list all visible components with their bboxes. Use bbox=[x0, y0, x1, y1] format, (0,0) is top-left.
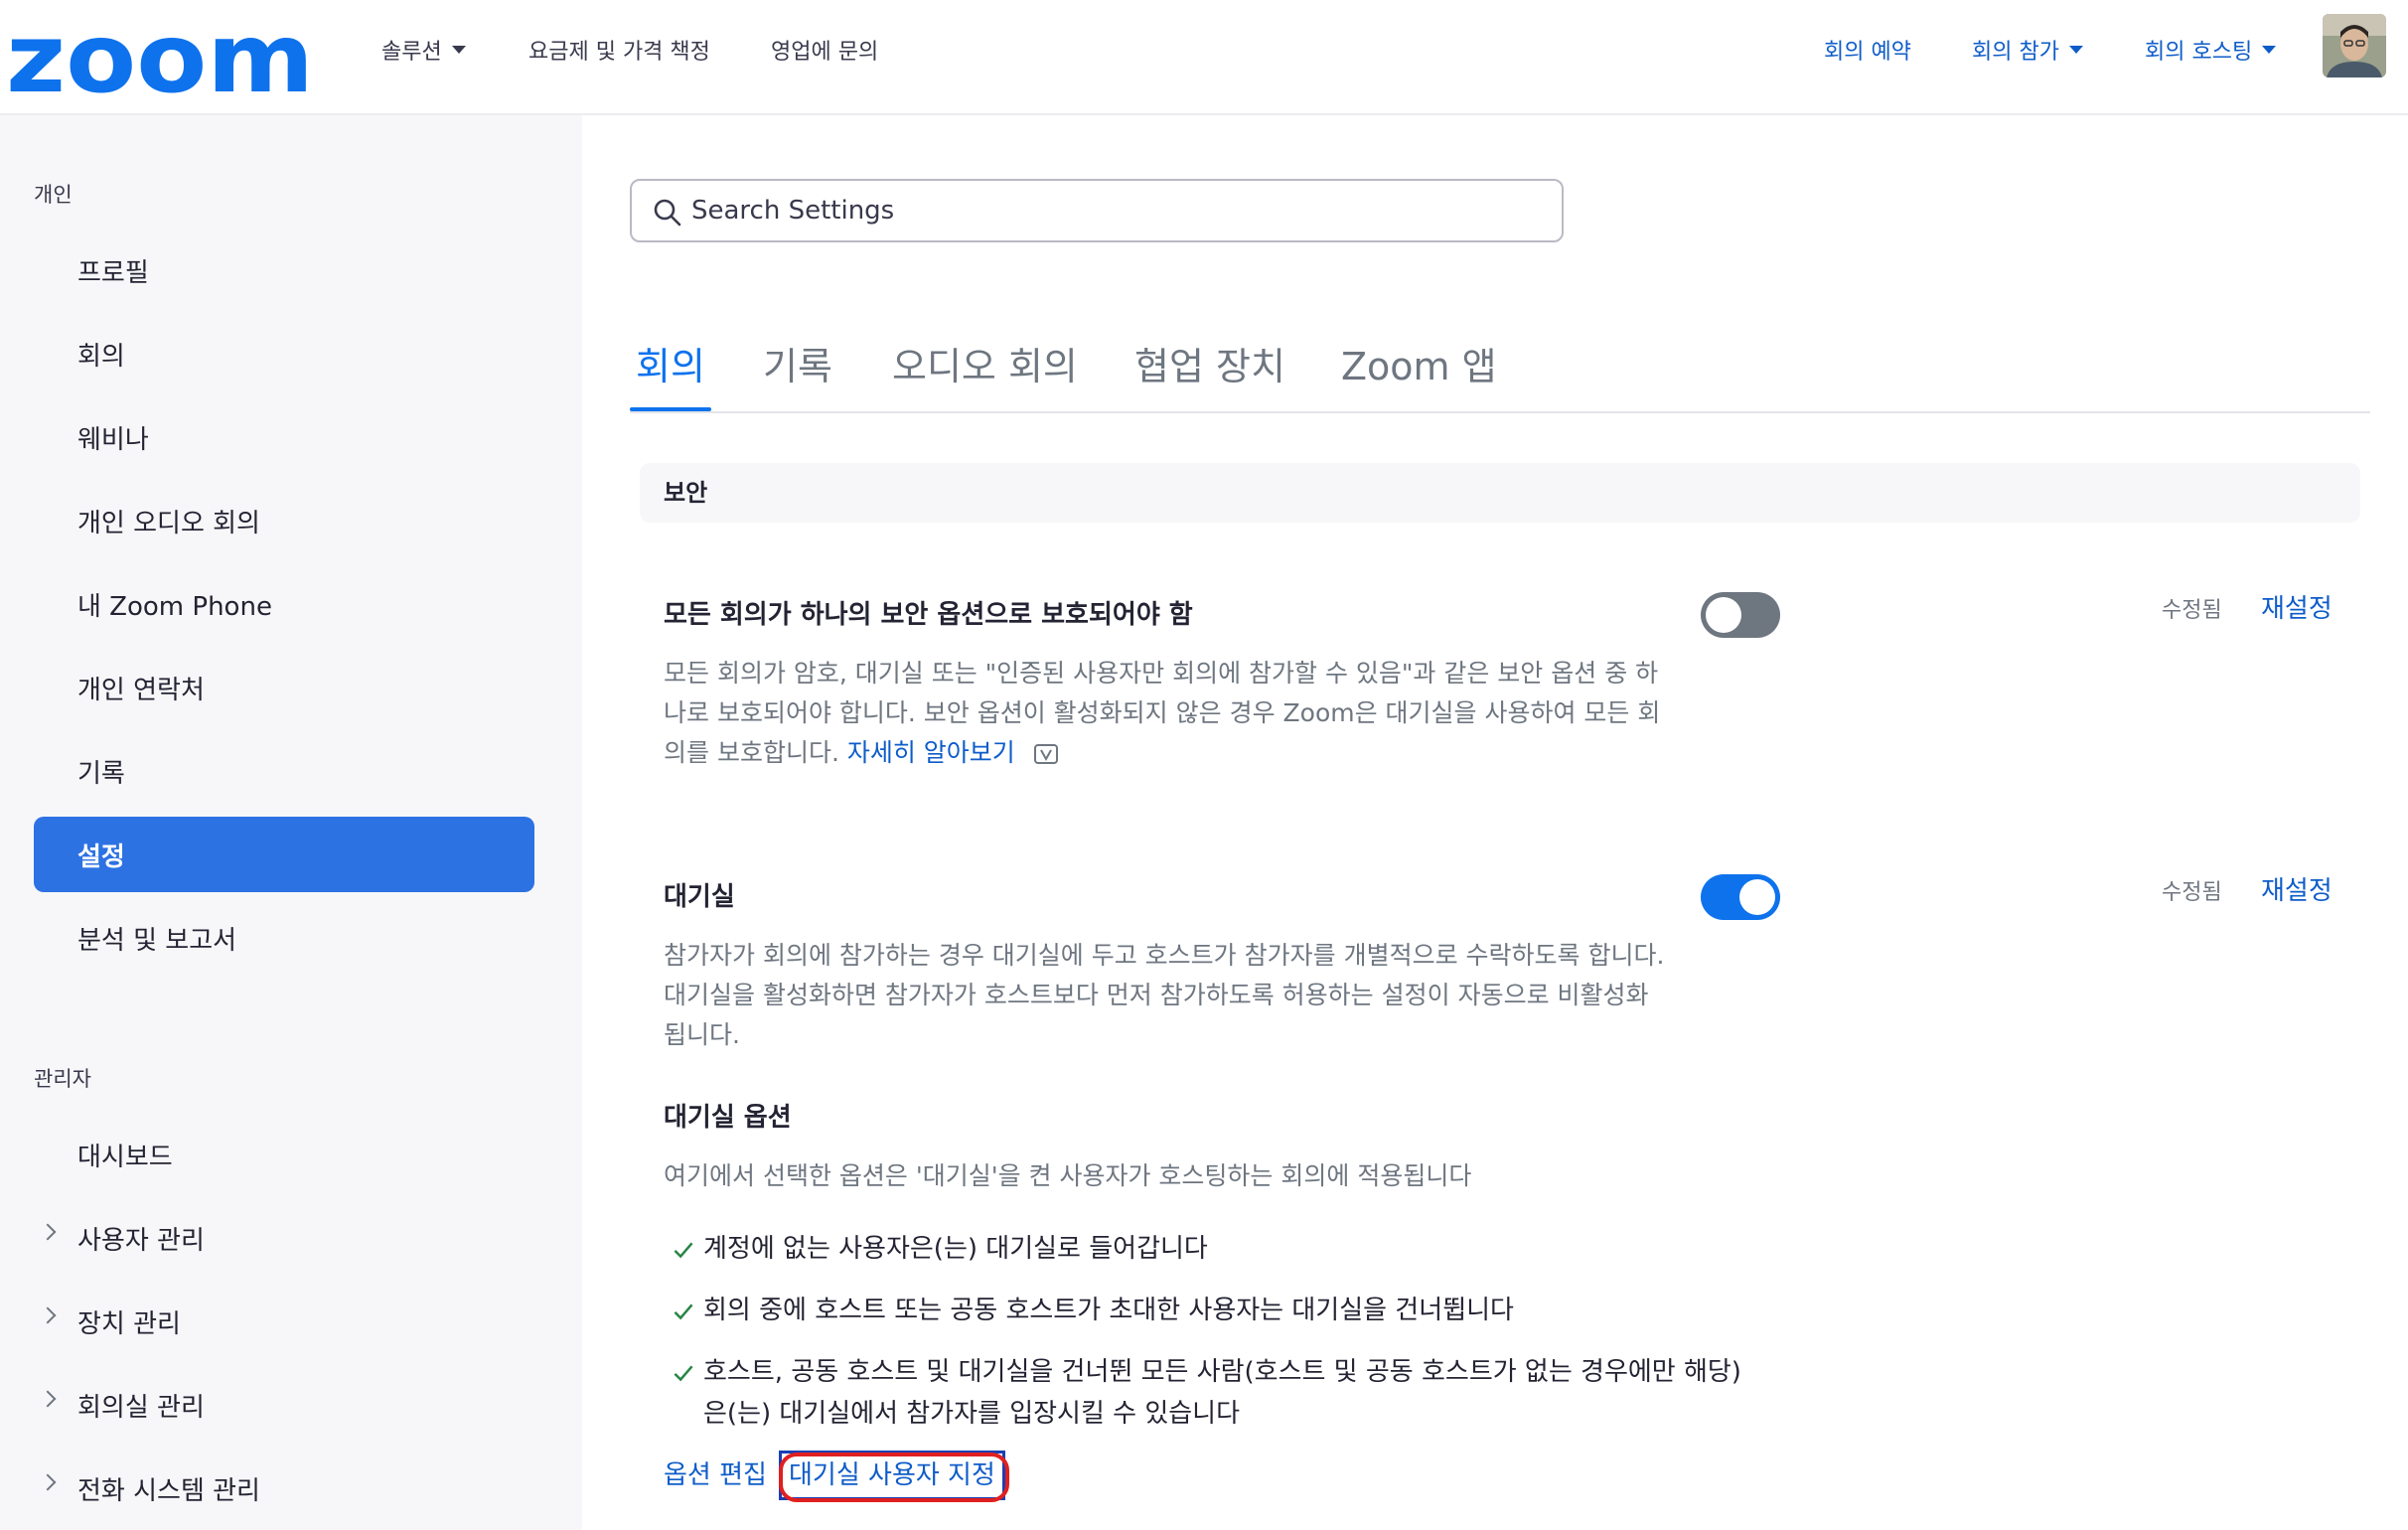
sidebar-item-settings[interactable]: 설정 bbox=[34, 817, 534, 892]
sidebar-item-personal-audio-conference[interactable]: 개인 오디오 회의 bbox=[34, 483, 534, 558]
nav-plans-pricing[interactable]: 요금제 및 가격 책정 bbox=[528, 34, 710, 66]
setting-description-waiting-room: 참가자가 회의에 참가하는 경우 대기실에 두고 호스트가 참가자를 개별적으로… bbox=[664, 941, 1665, 1049]
nav-contact-sales[interactable]: 영업에 문의 bbox=[771, 34, 878, 66]
sidebar-item-dashboard[interactable]: 대시보드 bbox=[34, 1117, 534, 1192]
sidebar-item-webinars[interactable]: 웨비나 bbox=[34, 399, 534, 475]
sidebar-item-reports[interactable]: 분석 및 보고서 bbox=[34, 900, 534, 976]
section-header-security: 보안 bbox=[640, 463, 2360, 523]
search-settings-box[interactable] bbox=[630, 179, 1564, 242]
reset-button[interactable]: 재설정 bbox=[2261, 588, 2333, 625]
host-meeting-link[interactable]: 회의 호스팅 bbox=[2145, 34, 2277, 66]
tab-zoom-apps[interactable]: Zoom 앱 bbox=[1341, 336, 1497, 390]
sidebar-item-room-management[interactable]: 회의실 관리 bbox=[34, 1367, 534, 1443]
reset-button[interactable]: 재설정 bbox=[2261, 870, 2333, 907]
tab-collaboration-devices[interactable]: 협업 장치 bbox=[1134, 336, 1285, 390]
zoom-logo[interactable]: zoom bbox=[6, 20, 314, 99]
sidebar-heading-admin: 관리자 bbox=[34, 1067, 91, 1091]
user-avatar-icon bbox=[2323, 14, 2386, 77]
waiting-room-options-title: 대기실 옵션 bbox=[664, 1103, 792, 1133]
chevron-down-icon bbox=[451, 46, 466, 54]
modified-label: 수정됨 bbox=[2162, 598, 2222, 623]
join-meeting-link[interactable]: 회의 참가 bbox=[1972, 34, 2083, 66]
list-item: 호스트, 공동 호스트 및 대기실을 건너뛴 모든 사람(호스트 및 공동 호스… bbox=[664, 1351, 1756, 1435]
setting-description-require-security-option: 모든 회의가 암호, 대기실 또는 "인증된 사용자만 회의에 참가할 수 있음… bbox=[664, 659, 1661, 767]
toggle-waiting-room[interactable] bbox=[1701, 874, 1780, 920]
sidebar-item-recordings[interactable]: 기록 bbox=[34, 733, 534, 809]
sidebar-item-user-management[interactable]: 사용자 관리 bbox=[34, 1200, 534, 1276]
avatar[interactable] bbox=[2323, 14, 2386, 77]
list-item: 계정에 없는 사용자은(는) 대기실로 들어갑니다 bbox=[664, 1228, 1756, 1270]
tab-meetings[interactable]: 회의 bbox=[636, 336, 705, 390]
schedule-meeting-link[interactable]: 회의 예약 bbox=[1824, 34, 1911, 66]
nav-solutions[interactable]: 솔루션 bbox=[381, 34, 466, 66]
search-icon bbox=[654, 199, 681, 227]
tab-recordings[interactable]: 기록 bbox=[763, 336, 832, 390]
sidebar-item-device-management[interactable]: 장치 관리 bbox=[34, 1284, 534, 1359]
toggle-knob bbox=[1739, 879, 1775, 915]
chevron-right-icon bbox=[39, 1473, 57, 1491]
check-icon bbox=[674, 1365, 693, 1382]
top-navigation-bar: zoom 솔루션 요금제 및 가격 책정 영업에 문의 회의 예약 회의 참가 … bbox=[0, 0, 2408, 115]
check-icon bbox=[674, 1303, 693, 1320]
edit-options-link[interactable]: 옵션 편집 bbox=[664, 1454, 767, 1491]
chevron-down-icon bbox=[2068, 46, 2083, 54]
tab-audio-conference[interactable]: 오디오 회의 bbox=[892, 336, 1078, 390]
sidebar-heading-personal: 개인 bbox=[34, 183, 73, 207]
check-icon bbox=[674, 1242, 693, 1259]
sidebar-item-personal-contacts[interactable]: 개인 연락처 bbox=[34, 650, 534, 725]
svg-text:zoom: zoom bbox=[6, 20, 314, 99]
chevron-right-icon bbox=[39, 1390, 57, 1408]
setting-title-require-security-option: 모든 회의가 하나의 보안 옵션으로 보호되어야 함 bbox=[664, 600, 1193, 630]
list-item: 회의 중에 호스트 또는 공동 호스트가 초대한 사용자는 대기실을 건너뜁니다 bbox=[664, 1290, 1756, 1331]
active-tab-indicator bbox=[630, 407, 711, 411]
chevron-down-icon bbox=[2262, 46, 2277, 54]
chevron-right-icon bbox=[39, 1223, 57, 1241]
modified-label: 수정됨 bbox=[2162, 880, 2222, 905]
toggle-knob bbox=[1706, 597, 1741, 633]
chevron-right-icon bbox=[39, 1306, 57, 1324]
sidebar: 개인 프로필 회의 웨비나 개인 오디오 회의 내 Zoom Phone 개인 … bbox=[0, 115, 582, 1530]
settings-tabs: 회의 기록 오디오 회의 협업 장치 Zoom 앱 bbox=[630, 328, 2370, 413]
sidebar-item-phone-system-management[interactable]: 전화 시스템 관리 bbox=[34, 1451, 534, 1526]
sidebar-item-meetings[interactable]: 회의 bbox=[34, 316, 534, 391]
search-input[interactable] bbox=[691, 196, 1506, 226]
waiting-room-options-description: 여기에서 선택한 옵션은 '대기실'을 켠 사용자가 호스팅하는 회의에 적용됩… bbox=[664, 1161, 1472, 1190]
learn-more-link[interactable]: 자세히 알아보기 bbox=[847, 738, 1015, 767]
setting-title-waiting-room: 대기실 bbox=[664, 882, 735, 912]
video-icon bbox=[1033, 744, 1058, 764]
toggle-require-security-option[interactable] bbox=[1701, 592, 1780, 638]
sidebar-item-zoom-phone[interactable]: 내 Zoom Phone bbox=[34, 566, 534, 642]
sidebar-item-profile[interactable]: 프로필 bbox=[34, 232, 534, 308]
annotation-highlight bbox=[779, 1453, 1009, 1502]
